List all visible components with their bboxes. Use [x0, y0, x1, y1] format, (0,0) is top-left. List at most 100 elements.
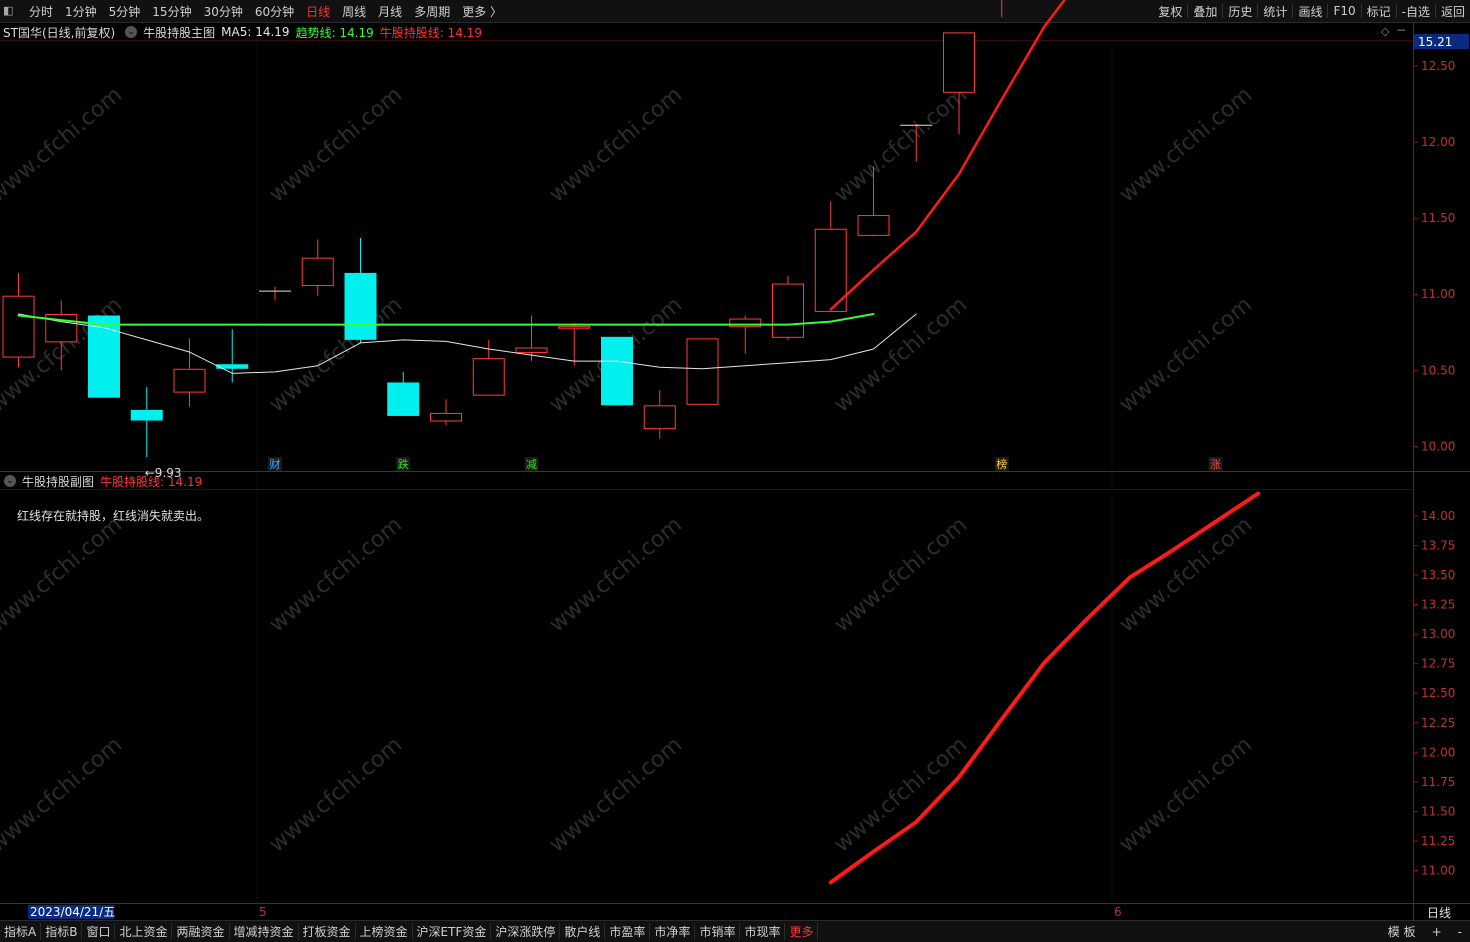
sub-axis-label: 12.50 [1421, 686, 1455, 700]
main-axis-label: 11.50 [1421, 211, 1455, 225]
main-axis-label: 11.00 [1421, 287, 1455, 301]
tool-button-4[interactable]: 画线 [1293, 3, 1327, 20]
tool-button-6[interactable]: 标记 [1362, 3, 1396, 20]
indicator-tab-3[interactable]: 北上资金 [115, 923, 173, 940]
minimize-icon[interactable]: − [1396, 23, 1406, 37]
indicator-tab-7[interactable]: 上榜资金 [356, 923, 413, 940]
period-tab-2[interactable]: 5分钟 [103, 3, 147, 20]
indicator-dropdown-icon[interactable]: ⌄ [125, 26, 138, 38]
up-candle-body [643, 405, 676, 430]
diamond-icon[interactable]: ◇ [1381, 25, 1389, 38]
indicator-tab-2[interactable]: 窗口 [82, 923, 116, 940]
sub-chart-legend: ⌄ 牛股持股副图 牛股持股线: 14.19 [0, 472, 208, 490]
indicator-tab-4[interactable]: 两融资金 [172, 923, 230, 940]
template-controls: 模 板 + - [1380, 921, 1470, 942]
template-button-2[interactable]: - [1450, 925, 1470, 939]
indicator-tab-11[interactable]: 市盈率 [605, 923, 651, 940]
current-price-box [1414, 34, 1469, 49]
main-axis-label: 10.00 [1421, 439, 1455, 453]
watermark-text: www.cfchi.com [265, 82, 407, 207]
period-tab-6[interactable]: 日线 [300, 3, 336, 20]
period-tab-3[interactable]: 15分钟 [146, 3, 197, 20]
watermark-text: www.cfchi.com [545, 732, 687, 857]
event-tag: 榜 [996, 457, 1007, 471]
event-tag-bg [396, 457, 411, 471]
watermark-text: www.cfchi.com [545, 512, 687, 637]
event-tag-bg [524, 457, 539, 471]
period-tab-5[interactable]: 60分钟 [249, 3, 300, 20]
main-axis-label: 10.50 [1421, 363, 1455, 377]
sub-axis-label: 14.00 [1421, 509, 1455, 523]
period-tab-4[interactable]: 30分钟 [198, 3, 249, 20]
watermark-text: www.cfchi.com [0, 732, 127, 857]
indicator-tab-10[interactable]: 散户线 [560, 923, 606, 940]
indicator-tab-8[interactable]: 沪深ETF资金 [413, 923, 492, 940]
up-candle-body [2, 295, 35, 358]
tool-button-5[interactable]: F10 [1328, 4, 1360, 18]
watermark-text: www.cfchi.com [830, 82, 972, 207]
sub-axis-label: 11.00 [1421, 864, 1455, 878]
indicator-tab-9[interactable]: 沪深涨跌停 [491, 923, 561, 940]
period-tab-7[interactable]: 周线 [336, 3, 372, 20]
tool-button-1[interactable]: 叠加 [1188, 3, 1222, 20]
period-tab-9[interactable]: 多周期 [408, 3, 456, 20]
up-candle-body [814, 228, 847, 312]
indicator-tab-15[interactable]: 更多 [785, 923, 819, 940]
watermark-text: www.cfchi.com [1115, 732, 1257, 857]
down-candle-body [216, 364, 249, 369]
indicator-tab-0[interactable]: 指标A [0, 923, 42, 940]
event-tag-bg [994, 457, 1009, 471]
down-candle-body [601, 336, 633, 406]
sub-axis-label: 12.00 [1421, 745, 1455, 759]
watermark-text: www.cfchi.com [830, 292, 972, 417]
sub-axis-label: 11.75 [1421, 775, 1455, 789]
sub-axis-label: 13.75 [1421, 538, 1455, 552]
indicator-tab-6[interactable]: 打板资金 [299, 923, 356, 940]
indicator-tabs: 指标A 指标B 窗口 北上资金 两融资金 增减持资金 打板资金 上榜资金 沪深ETF资金 沪深涨跌… [0, 923, 819, 940]
watermark-text: www.cfchi.com [1115, 292, 1257, 417]
tool-button-0[interactable]: 复权 [1153, 3, 1187, 20]
sub-indicator-dropdown-icon[interactable]: ⌄ [4, 475, 16, 487]
template-button-0[interactable]: 模 板 [1380, 923, 1424, 940]
down-candle-body [88, 315, 120, 398]
sub-axis-label: 13.50 [1421, 568, 1455, 582]
tool-button-7[interactable]: -自选 [1397, 3, 1435, 20]
kline-chart[interactable]: www.cfchi.com www.cfchi.com www.cfchi.com w… [0, 0, 1470, 941]
indicator-tab-13[interactable]: 市销率 [695, 923, 741, 940]
time-axis-label: 2023/04/21/五 [30, 905, 115, 919]
tool-button-8[interactable]: 返回 [1436, 3, 1470, 20]
down-candle-body [344, 272, 377, 340]
up-candle-body [857, 215, 890, 236]
watermark-text: www.cfchi.com [830, 512, 972, 637]
watermark-text: www.cfchi.com [1115, 82, 1257, 207]
window-menu-icon[interactable]: ◧ [3, 4, 19, 18]
trend-line [17, 312, 875, 326]
indicator-tab-1[interactable]: 指标B [41, 923, 83, 940]
period-tab-1[interactable]: 1分钟 [59, 3, 103, 20]
up-candle-body [558, 326, 591, 329]
indicator-tab-14[interactable]: 市现率 [740, 923, 786, 940]
time-axis-label: 5 [259, 905, 267, 919]
indicator-tab-bar: 指标A 指标B 窗口 北上资金 两融资金 增减持资金 打板资金 上榜资金 沪深ETF资金 沪深涨跌… [0, 920, 1470, 942]
event-tag: 减 [526, 458, 537, 471]
tool-button-3[interactable]: 统计 [1258, 3, 1292, 20]
period-tab-10[interactable]: 更多 〉 [456, 3, 508, 20]
indicator-tab-12[interactable]: 市净率 [650, 923, 696, 940]
main-chart-legend: ST国华(日线,前复权) ⌄ 牛股持股主图 MA5: 14.19 趋势线: 14… [0, 23, 488, 41]
ma5-value: MA5: 14.19 [221, 25, 290, 39]
sub-hold-line-value: 牛股持股线: 14.19 [100, 474, 203, 489]
main-indicator-name[interactable]: 牛股持股主图 [143, 24, 215, 41]
hold-line-value: 牛股持股线: 14.19 [379, 25, 483, 40]
down-candle-body [387, 382, 420, 416]
tool-button-2[interactable]: 历史 [1223, 3, 1257, 20]
time-axis-label: 6 [1114, 905, 1122, 919]
template-button-1[interactable]: + [1424, 925, 1450, 939]
up-candle-body [515, 347, 548, 354]
period-tab-8[interactable]: 月线 [372, 3, 408, 20]
period-tab-0[interactable]: 分时 [23, 3, 59, 20]
sub-axis-label: 12.25 [1421, 716, 1455, 730]
up-candle-body [729, 318, 762, 328]
sub-indicator-name[interactable]: 牛股持股副图 [22, 473, 94, 490]
sub-axis-label: 11.25 [1421, 834, 1455, 848]
indicator-tab-5[interactable]: 增减持资金 [230, 923, 299, 940]
